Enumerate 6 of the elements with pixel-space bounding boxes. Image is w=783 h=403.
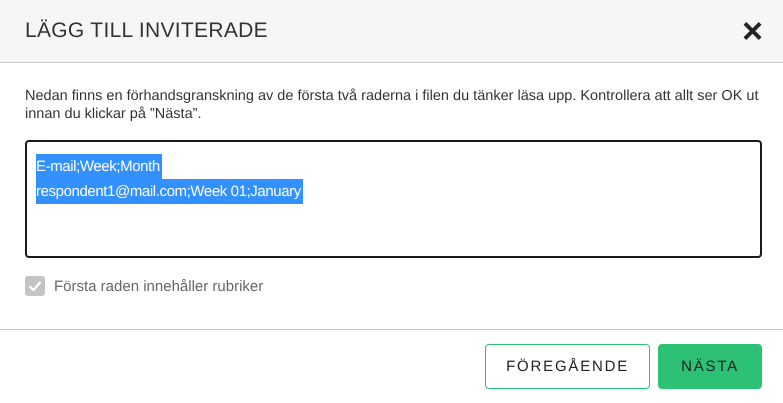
checkbox-label: Första raden innehåller rubriker	[54, 278, 264, 294]
dialog-title: LÄGG TILL INVITERADE	[25, 19, 268, 43]
next-button[interactable]: NÄSTA	[658, 344, 762, 389]
intro-text: Nedan finns en förhandsgranskning av de första två raderna i filen du tänker läsa upp. Kontrollera att allt ser OK ut innan du klickar på ”Nästa”.	[25, 87, 760, 123]
close-button[interactable]: ×	[740, 13, 765, 49]
previous-button[interactable]: FÖREGÅENDE	[485, 344, 650, 389]
